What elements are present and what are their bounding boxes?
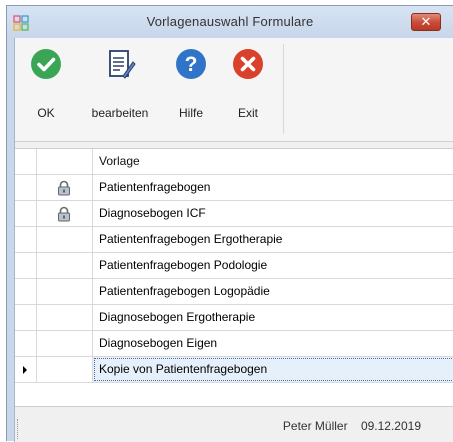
client-area: OK bearbeiten ? Hilfe Exit Vorlage Patie… (14, 38, 453, 442)
toolbar: OK bearbeiten ? Hilfe Exit (15, 38, 453, 142)
close-button[interactable]: ✕ (411, 13, 441, 31)
dialog-window: Vorlagenauswahl Formulare ✕ OK bearbeite… (6, 5, 453, 442)
lock-icon (58, 206, 70, 222)
row-icon-cell (37, 279, 93, 304)
status-info: Peter Müller 09.12.2019 (273, 419, 421, 433)
edit-label: bearbeiten (91, 106, 149, 120)
row-icon-cell (37, 201, 93, 226)
row-indicator-cell (15, 331, 37, 356)
status-grip (17, 419, 19, 439)
row-icon-cell (37, 331, 93, 356)
grid-header-row: Vorlage (15, 149, 453, 175)
row-icon-cell (37, 175, 93, 200)
table-row[interactable]: Diagnosebogen Eigen (15, 331, 453, 357)
exit-label: Exit (237, 106, 258, 120)
row-pointer-icon (23, 366, 27, 374)
header-icon-cell (37, 149, 93, 174)
row-template-name: Patientenfragebogen Ergotherapie (99, 232, 283, 246)
table-row[interactable]: Diagnosebogen ICF (15, 201, 453, 227)
column-header-vorlage[interactable]: Vorlage (93, 149, 453, 174)
row-template-name: Diagnosebogen Ergotherapie (99, 310, 256, 324)
row-template-name: Patientenfragebogen Logopädie (99, 284, 270, 298)
row-icon-cell (37, 227, 93, 252)
window-title: Vorlagenauswahl Formulare (146, 14, 314, 29)
row-indicator-cell (15, 175, 37, 200)
svg-text:?: ? (185, 53, 198, 76)
status-date: 09.12.2019 (360, 419, 421, 433)
template-grid: Vorlage Patientenfragebogen Diagnosebogen… (15, 148, 453, 410)
close-icon: ✕ (420, 14, 432, 29)
help-label: Hilfe (178, 106, 203, 120)
row-template-name: Kopie von Patientenfragebogen (93, 357, 453, 382)
ok-button[interactable]: OK (23, 44, 69, 134)
table-row[interactable]: Patientenfragebogen Logopädie (15, 279, 453, 305)
exit-button[interactable]: Exit (225, 44, 271, 134)
row-indicator-cell (15, 305, 37, 330)
table-row[interactable]: Patientenfragebogen Ergotherapie (15, 227, 453, 253)
title-bar[interactable]: Vorlagenauswahl Formulare ✕ (7, 6, 453, 38)
document-edit-icon (109, 50, 136, 79)
status-user: Peter Müller (282, 419, 348, 433)
status-bar: Peter Müller 09.12.2019 (15, 406, 453, 442)
row-indicator-cell (15, 357, 37, 382)
check-circle-icon (31, 49, 61, 79)
row-indicator-cell (15, 227, 37, 252)
row-icon-cell (37, 253, 93, 278)
row-template-name: Patientenfragebogen (99, 180, 211, 194)
row-icon-cell (37, 305, 93, 330)
row-indicator-cell (15, 201, 37, 226)
table-row[interactable]: Kopie von Patientenfragebogen (15, 357, 453, 383)
row-icon-cell (37, 357, 93, 382)
row-indicator-cell (15, 253, 37, 278)
ok-label: OK (37, 106, 55, 120)
header-indicator-cell (15, 149, 37, 174)
row-indicator-cell (15, 279, 37, 304)
row-template-name: Diagnosebogen ICF (99, 206, 206, 220)
toolbar-divider (283, 44, 284, 134)
question-circle-icon: ? (176, 49, 206, 79)
table-row[interactable]: Patientenfragebogen Podologie (15, 253, 453, 279)
row-template-name: Patientenfragebogen Podologie (99, 258, 268, 272)
edit-button[interactable]: bearbeiten (83, 44, 157, 134)
help-button[interactable]: ? Hilfe (168, 44, 214, 134)
x-circle-icon (233, 49, 263, 79)
table-row[interactable]: Patientenfragebogen (15, 175, 453, 201)
row-template-name: Diagnosebogen Eigen (99, 336, 218, 350)
table-row[interactable]: Diagnosebogen Ergotherapie (15, 305, 453, 331)
lock-icon (58, 180, 70, 196)
